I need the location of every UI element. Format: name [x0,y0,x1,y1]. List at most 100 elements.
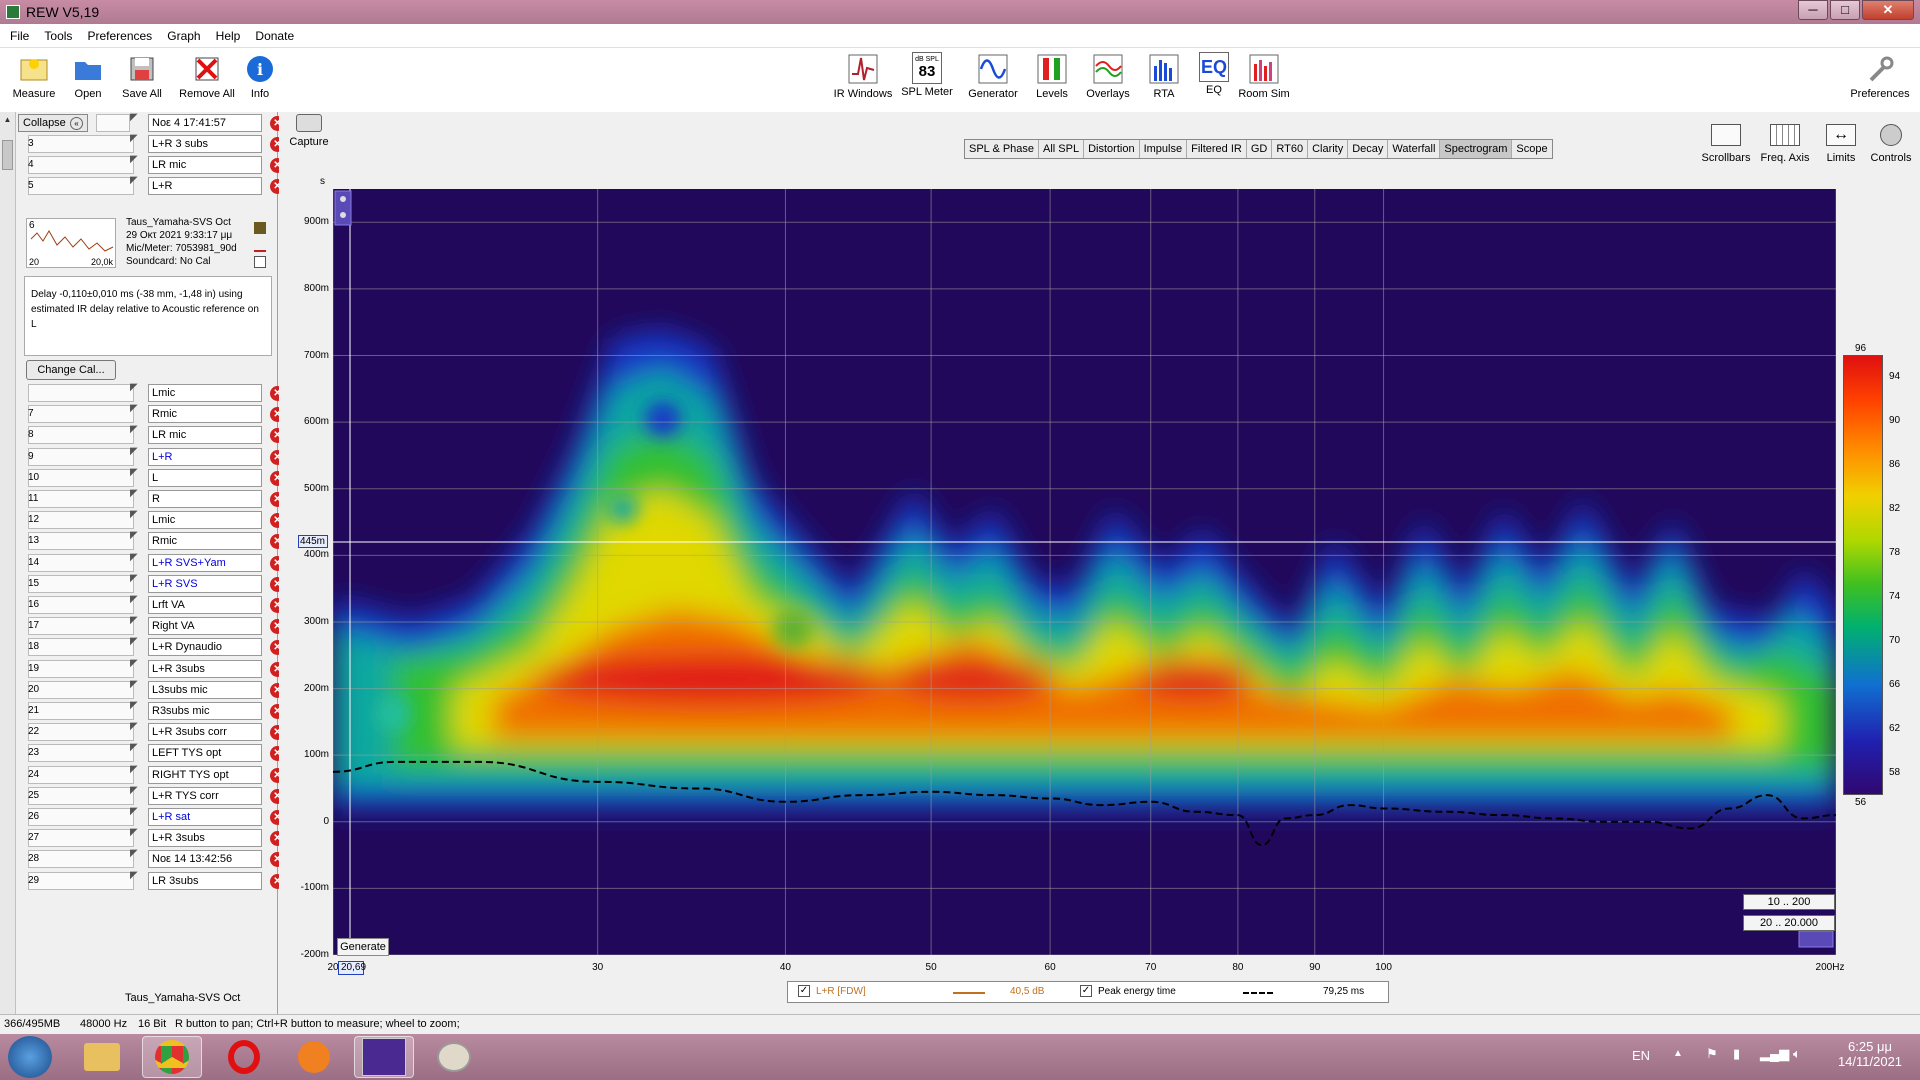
volume-icon[interactable]: 🔈︎ [1793,1046,1801,1062]
expand-triangle-icon[interactable]: ◤ [130,658,138,669]
measurement-thumbnail[interactable] [28,384,134,402]
measurement-thumbnail[interactable] [28,829,134,848]
maximize-button[interactable]: □ [1830,0,1860,20]
expand-triangle-icon[interactable]: ◤ [130,827,138,838]
tab-scope[interactable]: Scope [1512,140,1551,158]
tab-gd[interactable]: GD [1247,140,1273,158]
measurement-row[interactable]: 16 ◤ Lrft VA ✕ [18,594,285,616]
measurement-row[interactable]: 18 ◤ L+R Dynaudio ✕ [18,636,285,658]
measurement-row[interactable]: 19 ◤ L+R 3subs ✕ [18,658,285,680]
measurement-thumbnail[interactable] [28,135,134,153]
measurement-name-field[interactable]: L+R 3 subs [148,135,262,153]
range-10-200-button[interactable]: 10 .. 200 [1743,894,1835,910]
flag-icon[interactable]: ⚑ [1706,1046,1718,1062]
measurement-row[interactable]: ◤ Noε 4 17:41:57 ✕ [18,112,285,134]
tab-filtered-ir[interactable]: Filtered IR [1187,140,1247,158]
measurement-name-field[interactable]: Lrft VA [148,596,262,614]
panel-scrollbar[interactable]: ▲ [0,112,16,1014]
expand-triangle-icon[interactable]: ◤ [130,573,138,584]
measurement-thumbnail[interactable] [28,702,134,720]
measurement-row[interactable]: 15 ◤ L+R SVS ✕ [18,573,285,595]
measurement-name-field[interactable]: RIGHT TYS opt [148,765,262,784]
measurement-thumbnail[interactable] [28,850,134,869]
measurement-name-field[interactable]: LR mic [148,426,262,445]
room-sim-button[interactable]: Room Sim [1232,52,1296,100]
measurement-name-field[interactable]: L+R SVS+Yam [148,553,262,572]
measurement-row[interactable]: 14 ◤ L+R SVS+Yam ✕ [18,552,285,574]
measurement-thumbnail[interactable] [28,511,134,530]
measurement-row[interactable]: 13 ◤ Rmic ✕ [18,530,285,552]
peak-energy-checkbox[interactable]: ✓ [1080,985,1092,997]
scrollbars-tool[interactable]: Scrollbars [1696,124,1756,164]
measurement-row[interactable]: 5 ◤ L+R ✕ [18,175,285,197]
expand-triangle-icon[interactable]: ◤ [130,133,138,144]
measurement-thumbnail[interactable] [28,156,134,174]
expand-triangle-icon[interactable]: ◤ [130,742,138,753]
measurement-row[interactable]: ◤ Lmic ✕ [18,382,285,404]
network-icon[interactable]: ▂▄▆ [1760,1046,1789,1062]
measurement-thumbnail[interactable] [28,744,134,763]
measurement-thumbnail[interactable] [28,177,134,195]
expand-triangle-icon[interactable]: ◤ [130,848,138,859]
measurement-name-field[interactable]: Right VA [148,617,262,636]
menu-preferences[interactable]: Preferences [78,24,155,43]
chrome-task[interactable] [142,1036,202,1078]
measurement-name-field[interactable]: L+R 3subs corr [148,723,262,742]
measurement-name-field[interactable]: Lmic [148,384,262,402]
measurement-row[interactable]: 28 ◤ Noε 14 13:42:56 ✕ [18,848,285,870]
measurement-name-field[interactable]: R3subs mic [148,702,262,720]
measurement-row[interactable]: 4 ◤ LR mic ✕ [18,154,285,176]
capture-button[interactable]: Capture [289,114,329,148]
measurement-thumbnail[interactable] [28,405,134,424]
expand-triangle-icon[interactable]: ◤ [130,112,138,123]
tab-spl-phase[interactable]: SPL & Phase [965,140,1040,158]
measurement-row[interactable]: 22 ◤ L+R 3subs corr ✕ [18,721,285,743]
scroll-up-icon[interactable]: ▲ [0,112,15,127]
measurement-thumbnail[interactable] [28,659,134,678]
measurement-name-field[interactable]: LEFT TYS opt [148,744,262,763]
measurement-row[interactable]: 25 ◤ L+R TYS corr ✕ [18,785,285,807]
measurement-thumbnail[interactable] [28,680,134,699]
measurement-row[interactable]: 29 ◤ LR 3subs ✕ [18,870,285,892]
overlays-button[interactable]: Overlays [1076,52,1140,100]
measurement-row[interactable]: 23 ◤ LEFT TYS opt ✕ [18,742,285,764]
edit-icon[interactable] [254,222,266,234]
measurement-thumbnail[interactable] [28,596,134,614]
menu-file[interactable]: File [0,24,32,43]
measurement-thumbnail[interactable] [28,723,134,742]
measurement-row[interactable]: 3 ◤ L+R 3 subs ✕ [18,133,285,155]
expand-triangle-icon[interactable]: ◤ [130,530,138,541]
measurement-thumbnail[interactable] [96,114,130,132]
expand-triangle-icon[interactable]: ◤ [130,679,138,690]
tab-waterfall[interactable]: Waterfall [1388,140,1441,158]
measurement-name-field[interactable]: L+R TYS corr [148,786,262,805]
measurement-thumbnail[interactable] [28,532,134,551]
measurement-name-field[interactable]: Noε 4 17:41:57 [148,114,262,132]
expand-triangle-icon[interactable]: ◤ [130,594,138,605]
measurement-thumbnail[interactable] [28,871,134,890]
brave-task[interactable] [284,1036,344,1078]
scrollbar-thumb[interactable] [2,140,13,170]
clock[interactable]: 6:25 μμ 14/11/2021 [1836,1039,1904,1069]
opera-task[interactable] [214,1036,274,1078]
notes-icon[interactable] [254,256,266,268]
file-explorer-task[interactable] [72,1036,132,1078]
measurement-name-field[interactable]: L+R Dynaudio [148,638,262,657]
measurement-thumbnail[interactable] [28,786,134,805]
tab-decay[interactable]: Decay [1348,140,1389,158]
expand-triangle-icon[interactable]: ◤ [130,615,138,626]
measurement-thumbnail[interactable] [28,468,134,487]
ir-windows-button[interactable]: IR Windows [831,52,895,100]
expand-triangle-icon[interactable]: ◤ [130,700,138,711]
measurement-name-field[interactable]: R [148,490,262,508]
paint-task[interactable] [424,1036,484,1078]
measurement-row[interactable]: 12 ◤ Lmic ✕ [18,509,285,531]
tab-spectrogram[interactable]: Spectrogram [1440,140,1513,158]
freq-axis-tool[interactable]: Freq. Axis [1755,124,1815,164]
close-button[interactable]: ✕ [1862,0,1914,20]
measurement-row[interactable]: 10 ◤ L ✕ [18,467,285,489]
measurement-name-field[interactable]: L+R 3subs [148,829,262,848]
measurement-row[interactable]: 7 ◤ Rmic ✕ [18,403,285,425]
start-button[interactable] [8,1036,52,1078]
measurement-thumbnail[interactable] [28,574,134,593]
